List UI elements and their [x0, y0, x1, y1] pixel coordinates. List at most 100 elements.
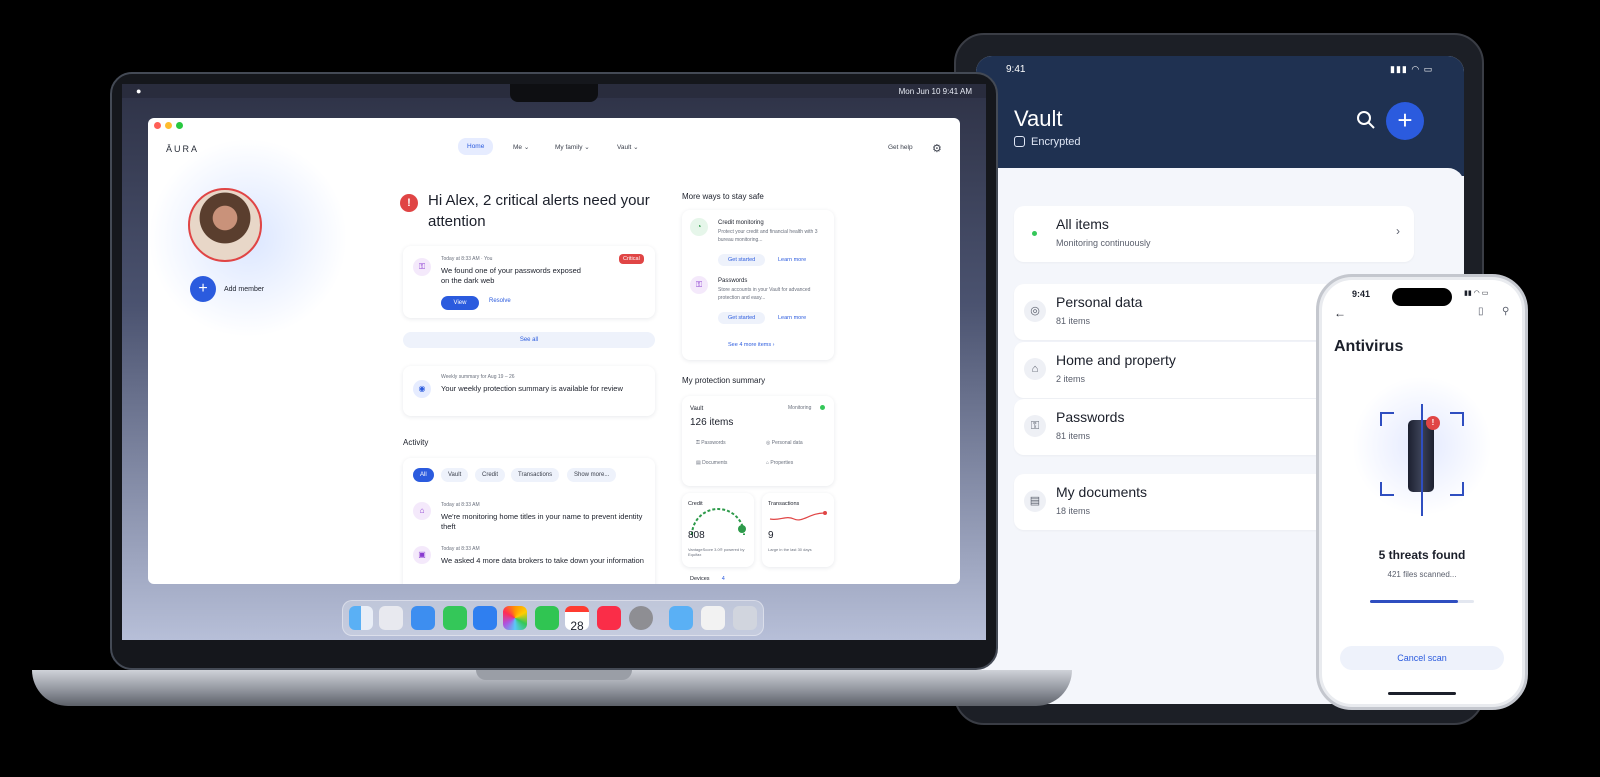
personal-data-link[interactable]: ◎ Personal data: [766, 440, 803, 446]
more-ways-card: ◔ Credit monitoring Protect your credit …: [682, 210, 834, 360]
add-member-label[interactable]: Add member: [224, 286, 264, 293]
folder-icon[interactable]: [669, 606, 693, 630]
safari-icon[interactable]: [411, 606, 435, 630]
chip-vault[interactable]: Vault: [441, 468, 469, 482]
weekly-summary-card[interactable]: ◉ Weekly summary for Aug 19 – 26 Your we…: [403, 366, 655, 416]
chip-all[interactable]: All: [413, 468, 434, 482]
scan-line: [1421, 404, 1423, 516]
threats-found: 5 threats found: [1378, 548, 1466, 562]
nav-me[interactable]: Me ⌄: [504, 138, 538, 156]
messages-icon[interactable]: [443, 606, 467, 630]
mail-icon[interactable]: [473, 606, 497, 630]
vault-summary-card[interactable]: Vault Monitoring 126 items ⚿ Passwords ◎…: [682, 396, 834, 486]
alert-text: We found one of your passwords exposed o…: [441, 266, 581, 285]
launchpad-icon[interactable]: [379, 606, 403, 630]
notification-icon[interactable]: ⚲: [1502, 306, 1509, 317]
item-desc: Store accounts in your Vault for advance…: [718, 287, 811, 301]
documents-link[interactable]: ▤ Documents: [696, 460, 727, 466]
key-icon: ⚿: [690, 276, 708, 294]
credit-card-summary[interactable]: Credit 808 VantageScore 3.0® powered by …: [682, 493, 754, 567]
personal-data-icon: ◎: [1024, 300, 1046, 322]
see-all-button[interactable]: See all: [403, 332, 655, 348]
radar-icon: ◉: [413, 380, 431, 398]
get-started-button[interactable]: Get started: [718, 312, 766, 324]
avatar[interactable]: [188, 188, 262, 262]
devices-label: Devices: [690, 576, 710, 582]
dynamic-island: [1392, 288, 1452, 306]
finder-icon[interactable]: [349, 606, 373, 630]
photos-icon[interactable]: [503, 606, 527, 630]
status-badge: Critical: [619, 254, 644, 264]
get-started-button[interactable]: Get started: [718, 254, 766, 266]
scan-progress-bar: [1370, 600, 1474, 603]
transactions-summary[interactable]: Transactions 9 Large in the last 30 days: [762, 493, 834, 567]
music-icon[interactable]: [597, 606, 621, 630]
tablet-header: 9:41 ▮▮▮ ◠ ▭ Vault Encrypted +: [976, 56, 1464, 176]
scan-frame-corner: [1380, 412, 1394, 426]
row-subtitle: 18 items: [1056, 506, 1091, 516]
phone-status-icons: ▮▮ ◠ ▭: [1464, 290, 1489, 297]
chip-show-more[interactable]: Show more...: [567, 468, 617, 482]
nav-vault[interactable]: Vault ⌄: [608, 138, 648, 156]
transactions-note: Large in the last 30 days: [768, 547, 812, 552]
calendar-icon[interactable]: 28: [565, 606, 589, 633]
critical-alert-card[interactable]: ⚿ Today at 8:33 AM · You Critical We fou…: [403, 246, 655, 318]
laptop-base-notch: [476, 670, 632, 680]
trash-icon[interactable]: [733, 606, 757, 630]
devices-row[interactable]: Devices 4: [690, 576, 725, 582]
chip-credit[interactable]: Credit: [475, 468, 506, 482]
tablet-clock: 9:41: [1006, 64, 1026, 75]
status-dot-icon: [820, 405, 825, 410]
transactions-sparkline-icon: [769, 511, 827, 521]
protection-summary-heading: My protection summary: [682, 376, 766, 385]
laptop-screen: ● Mon Jun 10 9:41 AM ĀURA Home Me ⌄ My f…: [122, 84, 986, 640]
credit-score: 808: [688, 530, 705, 541]
learn-more-link[interactable]: Learn more: [778, 315, 806, 321]
settings-icon[interactable]: [629, 606, 653, 630]
credit-note: VantageScore 3.0® powered by Equifax: [688, 547, 745, 557]
aura-logo[interactable]: ĀURA: [166, 144, 199, 154]
row-subtitle: 81 items: [1056, 431, 1091, 441]
cancel-scan-button[interactable]: Cancel scan: [1340, 646, 1504, 670]
row-title: My documents: [1056, 484, 1148, 500]
phone-clock: 9:41: [1352, 289, 1371, 299]
devices-count: 4: [721, 576, 725, 582]
scan-frame-corner: [1380, 482, 1394, 496]
nav-home[interactable]: Home: [458, 138, 494, 155]
minimize-window-icon[interactable]: [165, 122, 172, 129]
learn-more-link[interactable]: Learn more: [778, 257, 806, 263]
gear-icon[interactable]: ⚙: [932, 142, 942, 155]
row-title: Personal data: [1056, 294, 1143, 310]
passwords-link[interactable]: ⚿ Passwords: [696, 440, 726, 446]
weekly-text: Your weekly protection summary is availa…: [441, 384, 623, 393]
see-more-items-link[interactable]: See 4 more items ›: [728, 342, 774, 348]
page-title: Vault: [1014, 106, 1063, 131]
activity-text: We asked 4 more data brokers to take dow…: [441, 556, 644, 565]
maximize-window-icon[interactable]: [176, 122, 183, 129]
back-arrow-icon[interactable]: ←: [1334, 306, 1346, 320]
add-item-button[interactable]: +: [1386, 102, 1424, 140]
vault-count: 126 items: [690, 417, 734, 428]
facetime-icon[interactable]: [535, 606, 559, 630]
item-title: Credit monitoring: [718, 220, 764, 226]
scan-frame-corner: [1450, 482, 1464, 496]
chip-transactions[interactable]: Transactions: [511, 468, 560, 482]
properties-link[interactable]: ⌂ Properties: [766, 460, 793, 466]
document-icon[interactable]: [701, 606, 725, 630]
gauge-icon: ◔: [690, 218, 708, 236]
row-title: Passwords: [1056, 409, 1125, 425]
nav-my-family[interactable]: My family ⌄: [546, 138, 599, 156]
tablet-status-icons: ▮▮▮ ◠ ▭: [1390, 64, 1434, 74]
apple-logo-icon[interactable]: ●: [136, 86, 141, 96]
key-icon: ⚿: [1024, 415, 1046, 437]
view-button[interactable]: View: [441, 296, 479, 310]
list-item-all-items[interactable]: All items Monitoring continuously ›: [1014, 206, 1414, 262]
search-icon[interactable]: [1356, 110, 1376, 130]
lock-icon: [1014, 136, 1025, 147]
add-member-button[interactable]: +: [190, 276, 216, 302]
resolve-button[interactable]: Resolve: [489, 298, 511, 304]
report-icon[interactable]: ▯: [1478, 306, 1484, 317]
more-ways-heading: More ways to stay safe: [682, 192, 764, 201]
get-help-link[interactable]: Get help: [888, 144, 913, 151]
close-window-icon[interactable]: [154, 122, 161, 129]
